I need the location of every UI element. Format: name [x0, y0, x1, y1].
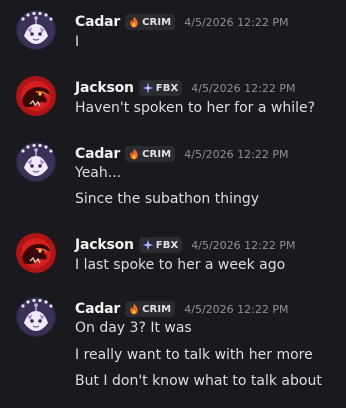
chat-log: Cadar CRIM 4/5/2026 12:22 PM I Jackson F… — [0, 0, 346, 408]
guild-tag[interactable]: FBX — [138, 237, 183, 253]
fire-icon — [128, 148, 140, 160]
avatar[interactable] — [16, 10, 56, 50]
fire-icon — [128, 303, 140, 315]
message-text: Since the subathon thingy — [75, 191, 260, 207]
message-group: Cadar CRIM 4/5/2026 12:22 PM Yeah... Sin… — [0, 142, 346, 212]
timestamp: 4/5/2026 12:22 PM — [184, 15, 289, 29]
username[interactable]: Jackson — [75, 237, 134, 253]
message-text: I — [75, 34, 80, 50]
username[interactable]: Cadar — [75, 301, 120, 317]
timestamp: 4/5/2026 12:22 PM — [191, 238, 296, 252]
guild-tag-label: CRIM — [142, 16, 172, 28]
fire-icon — [128, 16, 140, 28]
guild-tag[interactable]: CRIM — [125, 301, 176, 317]
username[interactable]: Cadar — [75, 146, 120, 162]
message-text: Haven't spoken to her for a while? — [75, 100, 316, 116]
message-header: Jackson FBX 4/5/2026 12:22 PM — [75, 78, 296, 98]
guild-tag[interactable]: FBX — [138, 80, 183, 96]
message-text: But I don't know what to talk about — [75, 373, 322, 389]
guild-tag[interactable]: CRIM — [125, 14, 176, 30]
timestamp: 4/5/2026 12:22 PM — [184, 302, 289, 316]
username[interactable]: Jackson — [75, 80, 134, 96]
guild-tag-label: CRIM — [142, 148, 172, 160]
message-header: Cadar CRIM 4/5/2026 12:22 PM — [75, 299, 288, 319]
message-text: Yeah... — [75, 165, 122, 181]
username[interactable]: Cadar — [75, 14, 120, 30]
message-header: Cadar CRIM 4/5/2026 12:22 PM — [75, 144, 288, 164]
avatar[interactable] — [16, 142, 56, 182]
sparkle-icon — [142, 82, 154, 94]
guild-tag-label: CRIM — [142, 303, 172, 315]
avatar[interactable] — [16, 233, 56, 273]
message-group: Jackson FBX 4/5/2026 12:22 PM I last spo… — [0, 233, 346, 278]
timestamp: 4/5/2026 12:22 PM — [191, 81, 296, 95]
timestamp: 4/5/2026 12:22 PM — [184, 147, 289, 161]
message-group: Cadar CRIM 4/5/2026 12:22 PM On day 3? I… — [0, 297, 346, 397]
guild-tag-label: FBX — [155, 82, 179, 94]
sparkle-icon — [142, 239, 154, 251]
message-text: On day 3? It was — [75, 320, 192, 336]
message-header: Jackson FBX 4/5/2026 12:22 PM — [75, 235, 296, 255]
avatar[interactable] — [16, 297, 56, 337]
message-group: Jackson FBX 4/5/2026 12:22 PM Haven't sp… — [0, 76, 346, 121]
message-header: Cadar CRIM 4/5/2026 12:22 PM — [75, 12, 288, 32]
message-text: I really want to talk with her more — [75, 347, 313, 363]
avatar[interactable] — [16, 76, 56, 116]
guild-tag-label: FBX — [155, 239, 179, 251]
message-group: Cadar CRIM 4/5/2026 12:22 PM I — [0, 10, 346, 55]
guild-tag[interactable]: CRIM — [125, 146, 176, 162]
message-text: I last spoke to her a week ago — [75, 257, 286, 273]
